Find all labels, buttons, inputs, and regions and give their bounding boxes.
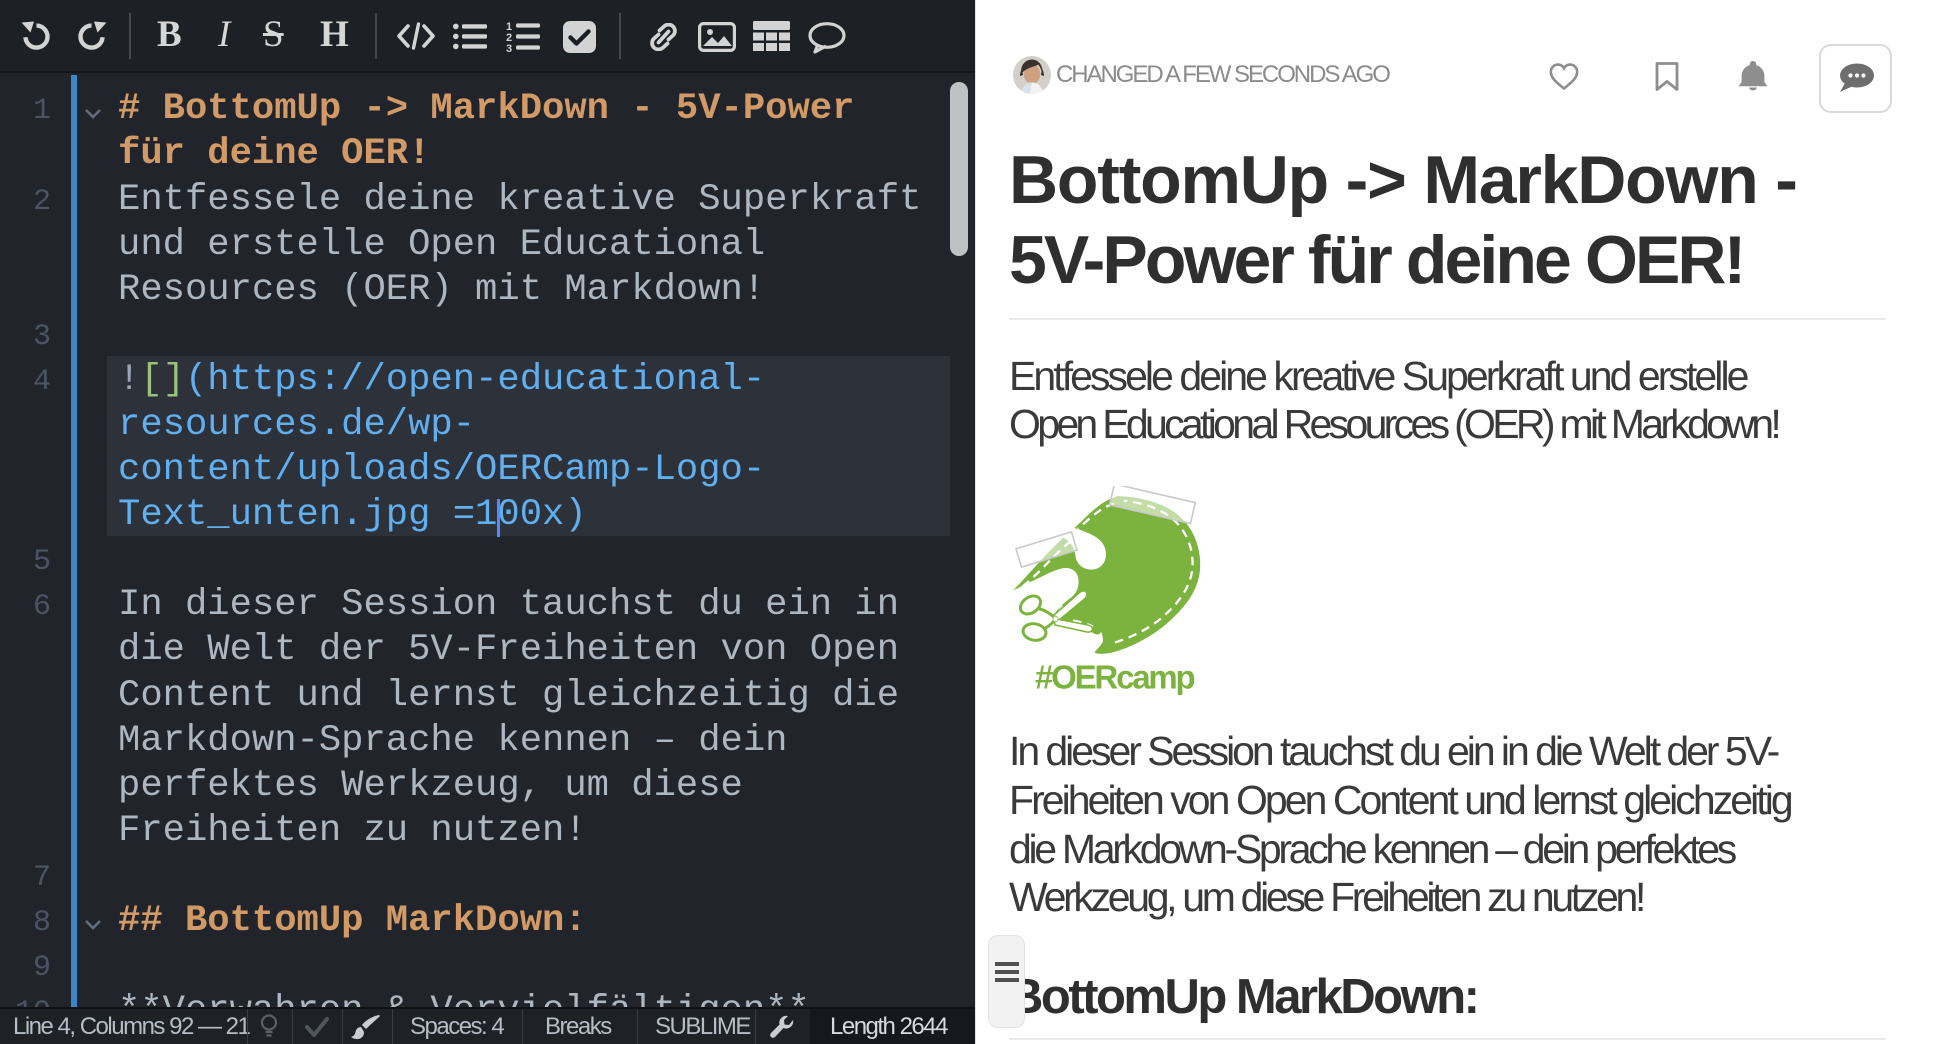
svg-text:#OERcamp: #OERcamp [1035,659,1195,696]
svg-text:3: 3 [506,43,512,52]
